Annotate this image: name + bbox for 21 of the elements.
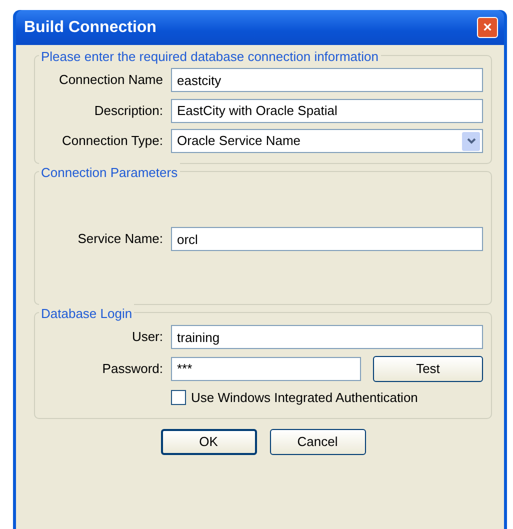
dropdown[interactable]: Oracle Service Name xyxy=(171,129,483,153)
group-title: Database Login xyxy=(39,304,134,324)
test-button[interactable]: Test xyxy=(373,356,483,382)
checkbox[interactable] xyxy=(171,390,186,406)
close-button[interactable]: × xyxy=(477,17,498,38)
field-label: Description: xyxy=(93,102,163,120)
field-label: User: xyxy=(130,328,163,346)
cancel-button[interactable]: Cancel xyxy=(270,428,366,455)
input-field[interactable]: *** xyxy=(171,356,361,380)
field-label: Password: xyxy=(101,360,163,378)
checkbox-label: Use Windows Integrated Authentication xyxy=(191,389,418,407)
field-label: Connection Type: xyxy=(61,132,163,150)
field-label: Service Name: xyxy=(76,230,163,248)
ok-button[interactable]: OK xyxy=(160,428,256,455)
input-field[interactable]: orcl xyxy=(171,227,483,251)
caret-icon xyxy=(462,132,480,150)
window-title: Build Connection xyxy=(24,18,156,38)
input-field[interactable]: training xyxy=(171,325,483,349)
input-field[interactable]: eastcity xyxy=(171,68,483,92)
input-field[interactable]: EastCity with Oracle Spatial xyxy=(171,98,483,122)
field-label: Connection Name xyxy=(58,71,163,90)
